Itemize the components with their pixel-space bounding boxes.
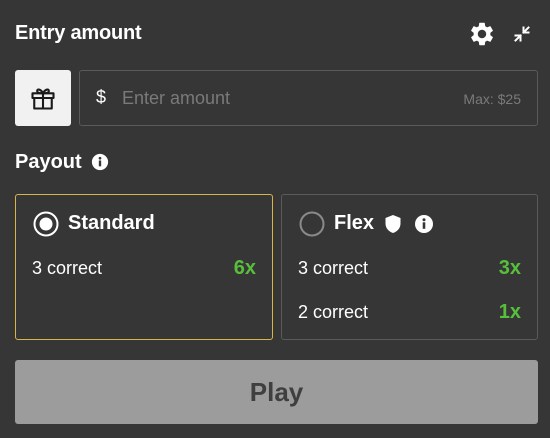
collapse-icon[interactable]: [512, 24, 532, 44]
radio-unselected-icon[interactable]: [299, 211, 325, 237]
payout-multiplier: 3x: [498, 257, 521, 279]
entry-amount-field[interactable]: $ Max: $25: [79, 70, 538, 126]
radio-selected-icon[interactable]: [33, 211, 59, 237]
payout-multiplier: 6x: [233, 257, 256, 279]
shield-icon: [385, 215, 401, 233]
payout-option-name: Standard: [68, 212, 155, 234]
payout-option-standard[interactable]: Standard 3 correct 6x: [15, 194, 273, 340]
info-icon[interactable]: [91, 153, 109, 171]
max-amount-label: Max: $25: [463, 91, 521, 107]
gear-icon[interactable]: [468, 20, 496, 48]
payout-row-label: 2 correct: [298, 302, 369, 322]
payout-title: Payout: [15, 151, 82, 173]
entry-amount-title: Entry amount: [15, 22, 142, 44]
payout-row-label: 3 correct: [298, 258, 369, 278]
play-button[interactable]: Play: [15, 360, 538, 424]
payout-row-label: 3 correct: [32, 258, 103, 278]
payout-multiplier: 1x: [498, 301, 521, 323]
gift-button[interactable]: [15, 70, 71, 126]
payout-option-name: Flex: [334, 212, 375, 234]
entry-panel: Entry amount $ Max: $25 Payout: [0, 0, 550, 438]
info-icon[interactable]: [414, 214, 434, 234]
currency-symbol: $: [96, 87, 107, 107]
amount-input[interactable]: [122, 83, 422, 113]
gift-icon: [31, 88, 55, 110]
payout-option-flex[interactable]: Flex 3 correct 3x 2 correct 1x: [281, 194, 538, 340]
